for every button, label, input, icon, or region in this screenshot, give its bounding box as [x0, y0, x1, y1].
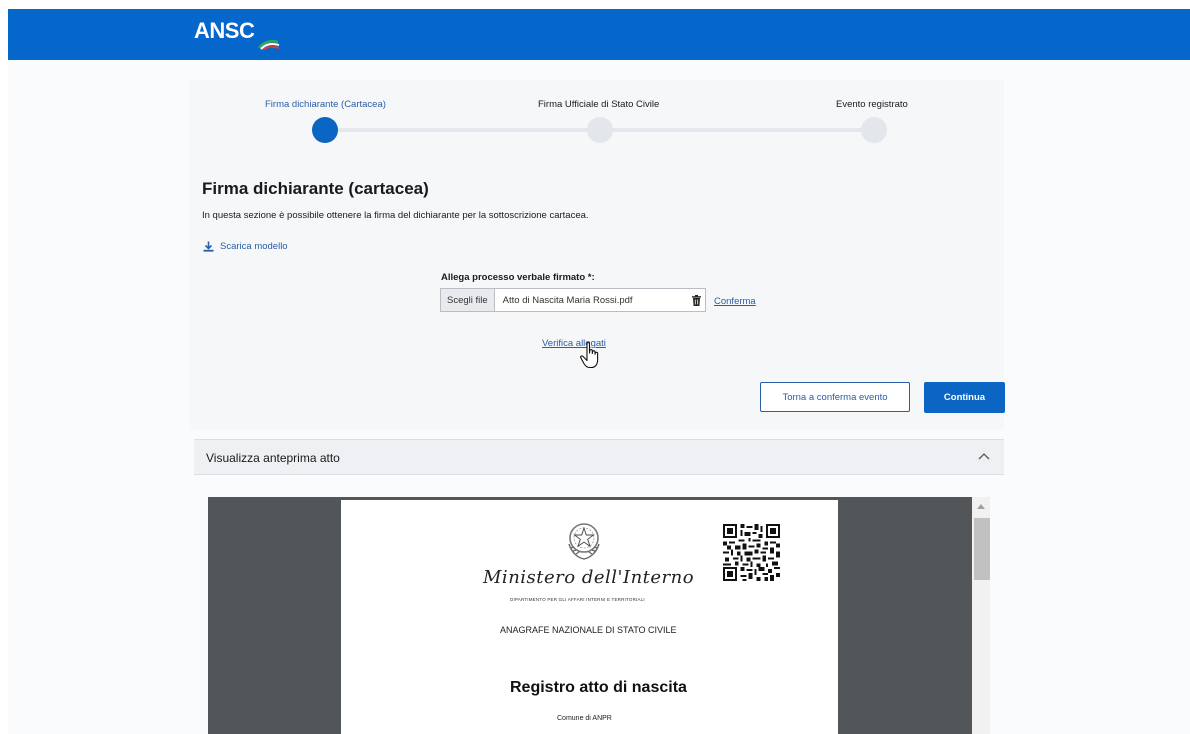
step-3-indicator	[861, 117, 887, 143]
download-template-label: Scarica modello	[220, 241, 288, 252]
hand-pointer-cursor-icon	[580, 342, 599, 369]
confirm-file-link[interactable]: Conferma	[714, 296, 756, 307]
step-1-label: Firma dichiarante (Cartacea)	[265, 99, 386, 110]
page-title: Firma dichiarante (cartacea)	[202, 179, 429, 198]
pdf-scrollbar-thumb[interactable]	[974, 518, 990, 580]
download-icon	[203, 241, 214, 252]
step-2-label: Firma Ufficiale di Stato Civile	[538, 99, 660, 110]
selected-file-name: Atto di Nascita Maria Rossi.pdf	[502, 294, 633, 306]
choose-file-button[interactable]: Scegli file	[441, 289, 495, 311]
preview-accordion-title: Visualizza anteprima atto	[206, 451, 340, 465]
department-name: DIPARTIMENTO PER GLI AFFARI INTERNI E TE…	[510, 597, 645, 602]
back-to-event-confirmation-button[interactable]: Torna a conferma evento	[760, 382, 910, 412]
download-template-link[interactable]: Scarica modello	[203, 241, 288, 252]
trash-icon	[691, 294, 701, 306]
document-subtitle: Comune di ANPR	[557, 715, 612, 722]
file-upload-field[interactable]: Scegli file Atto di Nascita Maria Rossi.…	[440, 288, 706, 312]
window-top-frame	[0, 0, 1190, 9]
step-1-indicator	[312, 117, 338, 143]
continue-button[interactable]: Continua	[924, 382, 1005, 413]
logo-flag-swoosh-icon	[258, 40, 280, 50]
ministry-name: Ministero dell'Interno	[483, 567, 695, 588]
app-logo[interactable]: ANSC	[194, 18, 255, 44]
upload-field-label: Allega processo verbale firmato *:	[441, 272, 595, 283]
step-3-label: Evento registrato	[836, 99, 908, 110]
scroll-up-arrow-icon[interactable]	[977, 503, 985, 509]
chevron-up-icon[interactable]	[978, 452, 990, 460]
document-title: Registro atto di nascita	[510, 679, 687, 696]
app-header: ANSC	[8, 9, 1190, 60]
delete-file-button[interactable]	[687, 294, 705, 306]
republic-emblem-icon	[568, 523, 600, 560]
qr-code-icon	[723, 524, 780, 581]
section-description: In questa sezione è possibile ottenere l…	[202, 210, 589, 221]
preview-accordion-header[interactable]: Visualizza anteprima atto	[194, 439, 1004, 475]
step-2-indicator	[587, 117, 613, 143]
registry-name: ANAGRAFE NAZIONALE DI STATO CIVILE	[500, 625, 677, 635]
